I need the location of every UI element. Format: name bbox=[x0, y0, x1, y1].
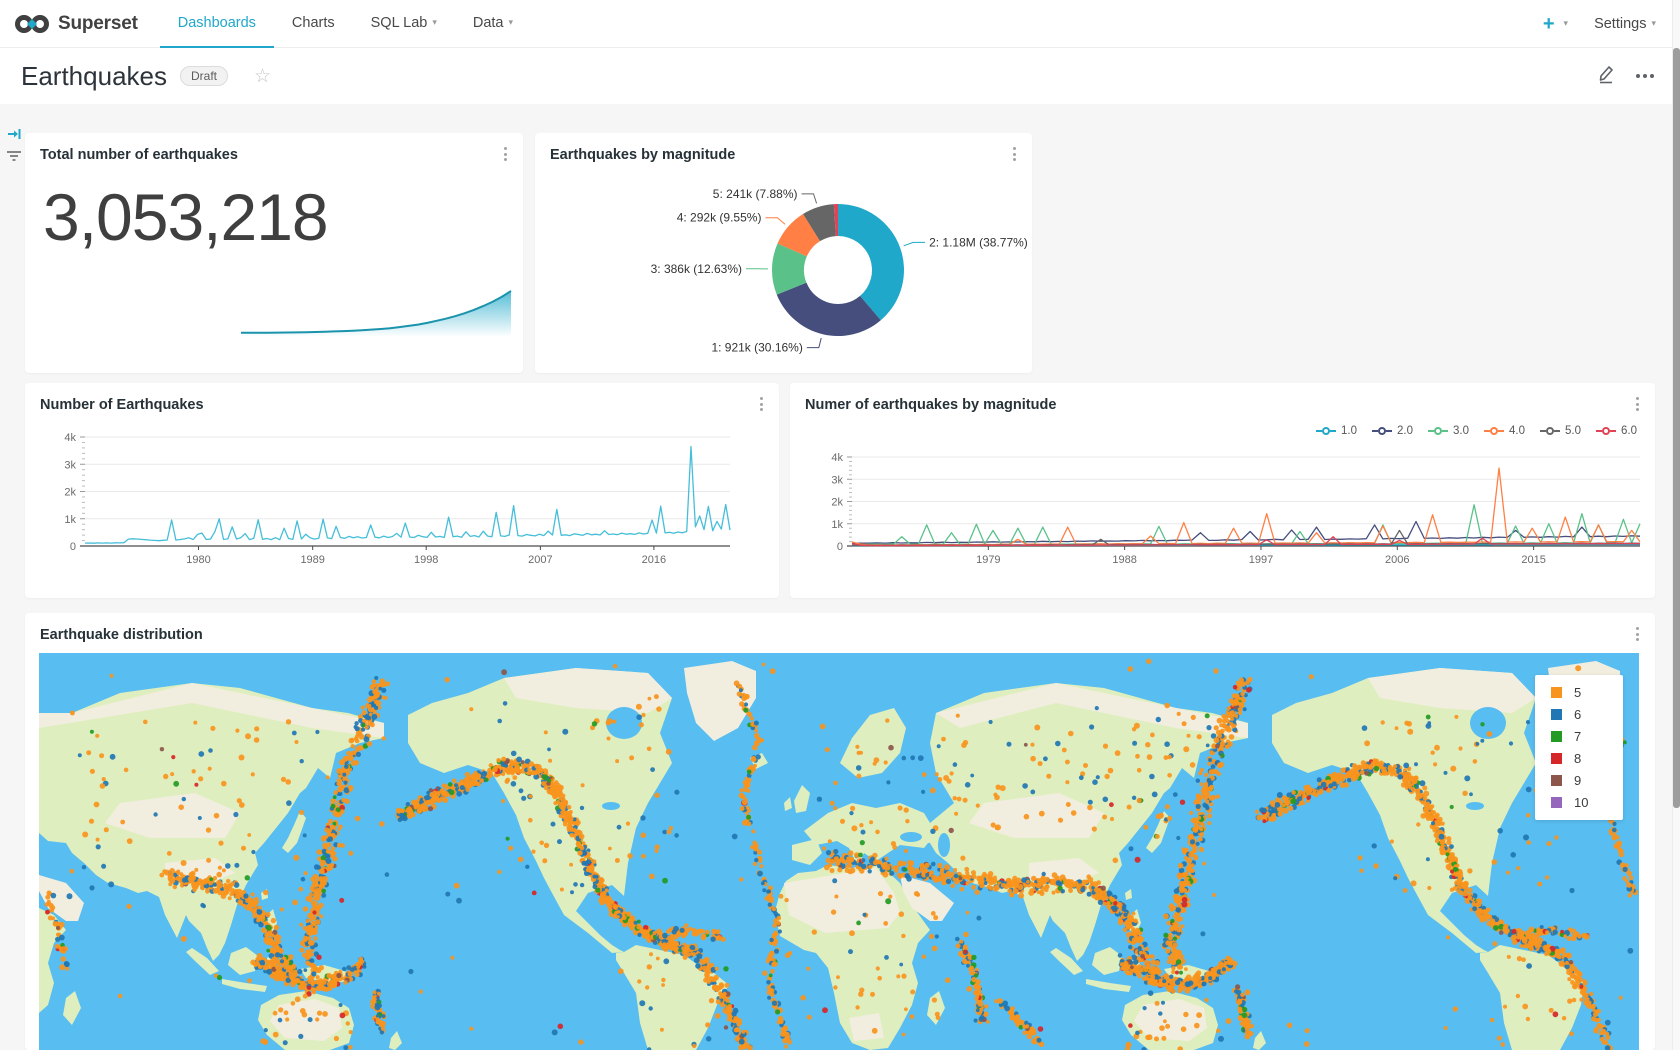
new-item-button[interactable]: + ▾ bbox=[1543, 14, 1568, 34]
svg-text:0: 0 bbox=[837, 541, 843, 553]
card-earthquakes-by-magnitude: Earthquakes by magnitude 2: 1.18M (38.77… bbox=[535, 133, 1032, 373]
chart-menu-icon[interactable] bbox=[502, 145, 509, 163]
page-scrollbar[interactable] bbox=[1672, 0, 1680, 1050]
card-earthquake-distribution: Earthquake distribution bbox=[25, 613, 1655, 1050]
page-title: Earthquakes bbox=[21, 61, 167, 92]
svg-text:4k: 4k bbox=[64, 432, 76, 444]
scrollbar-thumb[interactable] bbox=[1673, 48, 1680, 808]
chart-title: Earthquake distribution bbox=[40, 627, 203, 643]
trendline-chart bbox=[240, 281, 512, 341]
map-legend: 5 6 7 8 9 10 bbox=[1535, 675, 1623, 820]
svg-text:0: 0 bbox=[70, 541, 76, 553]
svg-text:1k: 1k bbox=[64, 514, 76, 526]
series-3.0 bbox=[852, 505, 1640, 545]
dashboard-header: Earthquakes Draft ☆ bbox=[0, 48, 1680, 104]
svg-text:2007: 2007 bbox=[528, 554, 552, 566]
plus-icon: + bbox=[1543, 14, 1555, 34]
map-legend-item-10[interactable]: 10 bbox=[1551, 795, 1623, 810]
world-map-svg bbox=[39, 653, 1639, 1050]
superset-logo[interactable]: Superset bbox=[14, 11, 138, 37]
brand-name: Superset bbox=[58, 13, 138, 35]
infinity-logo-icon bbox=[14, 11, 50, 37]
svg-text:1989: 1989 bbox=[300, 554, 324, 566]
svg-text:1980: 1980 bbox=[186, 554, 210, 566]
card-number-of-earthquakes: Number of Earthquakes 01k2k3k4k198019891… bbox=[25, 383, 779, 598]
svg-text:3k: 3k bbox=[831, 474, 843, 486]
chevron-down-icon: ▾ bbox=[432, 17, 437, 28]
svg-text:5: 241k (7.88%): 5: 241k (7.88%) bbox=[713, 187, 798, 201]
svg-text:3: 386k (12.63%): 3: 386k (12.63%) bbox=[651, 262, 742, 276]
nav-tab-dashboards[interactable]: Dashboards bbox=[160, 0, 274, 48]
svg-text:2k: 2k bbox=[64, 487, 76, 499]
map-legend-item-8[interactable]: 8 bbox=[1551, 751, 1623, 766]
svg-text:4: 292k (9.55%): 4: 292k (9.55%) bbox=[677, 211, 762, 225]
svg-text:2006: 2006 bbox=[1385, 554, 1409, 566]
chart-title: Total number of earthquakes bbox=[40, 147, 238, 163]
svg-text:4k: 4k bbox=[831, 452, 843, 464]
nav-tab-data[interactable]: Data ▾ bbox=[455, 0, 531, 48]
navbar: Superset Dashboards Charts SQL Lab ▾ Dat… bbox=[0, 0, 1680, 48]
chevron-down-icon: ▾ bbox=[509, 17, 514, 28]
chart-menu-icon[interactable] bbox=[1634, 625, 1641, 643]
svg-text:1979: 1979 bbox=[976, 554, 1000, 566]
map-legend-item-7[interactable]: 7 bbox=[1551, 729, 1623, 744]
nav-tab-charts[interactable]: Charts bbox=[274, 0, 353, 48]
svg-text:3k: 3k bbox=[64, 459, 76, 471]
chevron-down-icon: ▾ bbox=[1564, 18, 1569, 29]
svg-text:1988: 1988 bbox=[1112, 554, 1136, 566]
series-count bbox=[85, 447, 730, 544]
svg-text:2: 1.18M (38.77%): 2: 1.18M (38.77%) bbox=[929, 235, 1028, 249]
line-chart[interactable]: 0 1k 2k 3k 4k 1980 1989 1998 2007 2016 bbox=[25, 383, 779, 598]
card-total-earthquakes: Total number of earthquakes 3,053,218 bbox=[25, 133, 523, 373]
svg-text:2015: 2015 bbox=[1521, 554, 1545, 566]
chevron-down-icon: ▾ bbox=[1651, 18, 1656, 29]
svg-text:1997: 1997 bbox=[1249, 554, 1273, 566]
big-number-value: 3,053,218 bbox=[43, 179, 328, 255]
more-options-icon[interactable] bbox=[1636, 74, 1654, 78]
nav-tab-sql-lab[interactable]: SQL Lab ▾ bbox=[353, 0, 455, 48]
svg-text:1998: 1998 bbox=[414, 554, 438, 566]
map-legend-item-6[interactable]: 6 bbox=[1551, 707, 1623, 722]
expand-filter-bar-icon[interactable] bbox=[7, 127, 22, 146]
svg-text:1k: 1k bbox=[831, 519, 843, 531]
card-earthquakes-by-magnitude-timeseries: Numer of earthquakes by magnitude 1.0 2.… bbox=[790, 383, 1655, 598]
map-legend-item-9[interactable]: 9 bbox=[1551, 773, 1623, 788]
favorite-star-icon[interactable]: ☆ bbox=[254, 67, 271, 86]
svg-text:1: 921k (30.16%): 1: 921k (30.16%) bbox=[711, 341, 802, 355]
svg-text:2k: 2k bbox=[831, 497, 843, 509]
main-nav: Dashboards Charts SQL Lab ▾ Data ▾ bbox=[160, 0, 531, 48]
edit-pencil-icon[interactable] bbox=[1597, 64, 1616, 89]
map-legend-item-5[interactable]: 5 bbox=[1551, 685, 1623, 700]
settings-menu[interactable]: Settings ▾ bbox=[1594, 16, 1656, 32]
multi-line-chart[interactable]: 0 1k 2k 3k 4k 1979 1988 1997 2006 2015 bbox=[790, 383, 1655, 598]
world-map[interactable] bbox=[39, 653, 1639, 1050]
filter-icon[interactable] bbox=[6, 149, 22, 167]
status-badge: Draft bbox=[180, 66, 228, 86]
svg-text:2016: 2016 bbox=[642, 554, 666, 566]
donut-chart[interactable]: 2: 1.18M (38.77%) 1: 921k (30.16%) 3: 386k… bbox=[535, 133, 1032, 373]
